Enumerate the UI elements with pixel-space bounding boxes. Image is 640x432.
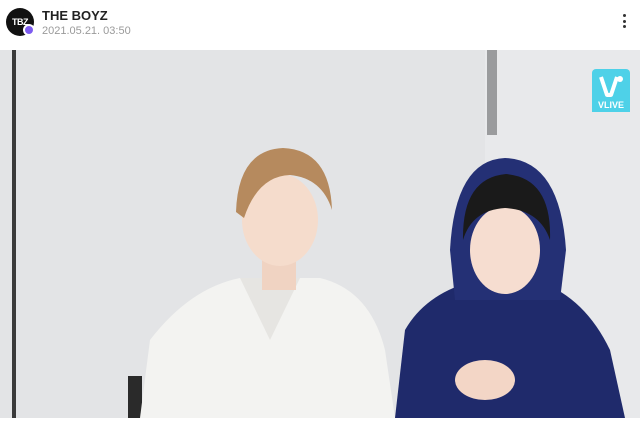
more-vertical-icon[interactable] [616, 10, 632, 32]
video-frame [0, 50, 640, 418]
channel-name[interactable]: THE BOYZ [42, 8, 108, 23]
bottom-strip [0, 418, 640, 432]
post-timestamp: 2021.05.21. 03:50 [42, 25, 131, 37]
video-player[interactable]: VLIVE [0, 50, 640, 418]
vlive-label: VLIVE [592, 98, 630, 112]
video-header: TBZ THE BOYZ 2021.05.21. 03:50 [0, 0, 640, 48]
channel-badge-icon [23, 24, 35, 36]
